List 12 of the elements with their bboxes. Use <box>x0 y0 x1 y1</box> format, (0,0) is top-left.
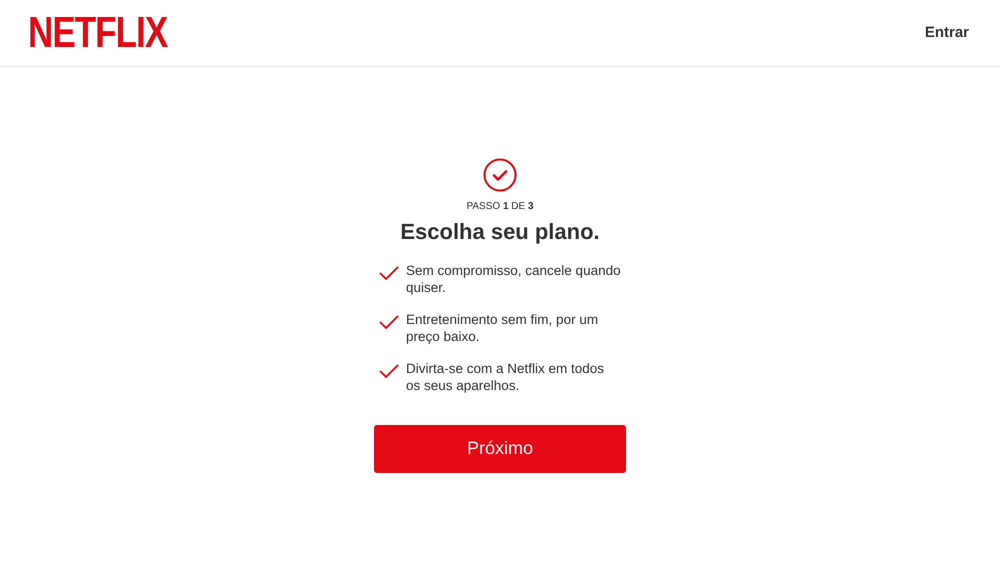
benefit-text: Entretenimento sem fim, por um preço baixo. <box>406 310 600 344</box>
page-title: Escolha seu plano. <box>400 218 600 246</box>
benefit-text: Sem compromisso, cancele quando quiser. <box>406 262 621 296</box>
check-icon <box>379 266 399 280</box>
sign-in-link[interactable]: Entrar <box>924 22 969 44</box>
benefit-text: Divirta-se com a Netflix em todos os seus aparelhos. <box>406 360 606 394</box>
step-label: PASSO 1 DE 3 <box>466 202 534 212</box>
next-button[interactable]: Próximo <box>374 424 626 472</box>
check-circle-icon <box>483 158 517 192</box>
check-icon <box>379 364 399 378</box>
logo[interactable]: NETFLIX <box>28 11 168 55</box>
check-icon <box>379 314 399 328</box>
